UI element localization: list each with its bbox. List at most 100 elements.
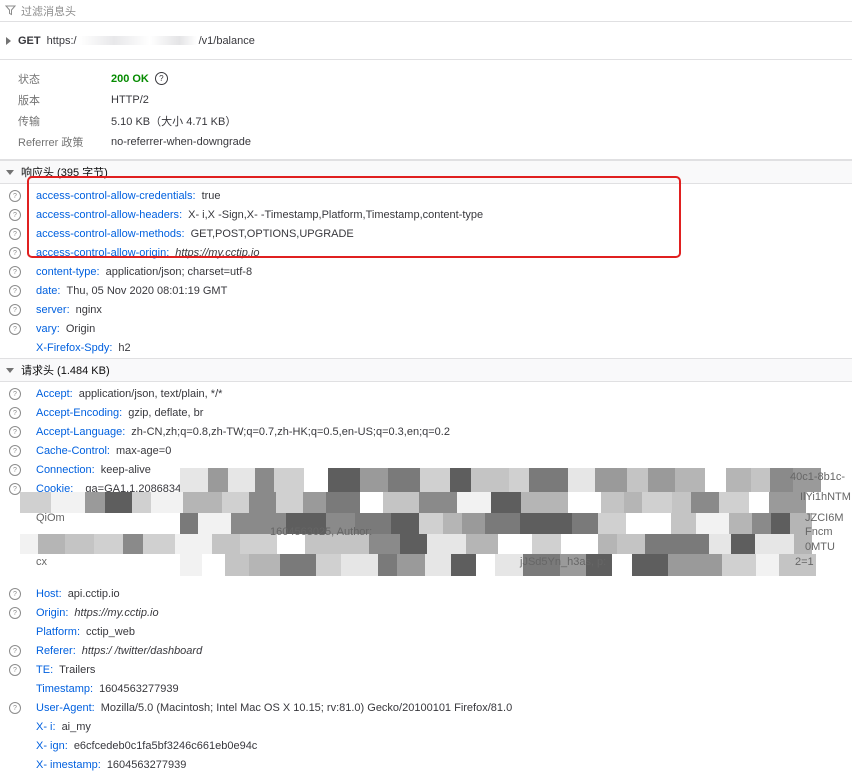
mosaic-tile bbox=[180, 513, 198, 534]
expand-arrow-icon[interactable] bbox=[6, 36, 11, 45]
help-icon[interactable]: ? bbox=[9, 426, 21, 438]
header-name: server bbox=[36, 303, 67, 316]
cookie-fragment: jJSd5Yn_h3as, p: bbox=[520, 556, 607, 568]
cookie-fragment: QiOm bbox=[36, 512, 65, 524]
mosaic-tile bbox=[183, 492, 222, 513]
header-row[interactable]: ? Cache-Control: max-age=0 bbox=[0, 441, 852, 460]
mosaic-tile bbox=[274, 468, 304, 492]
response-headers-toggle[interactable]: 响应头 (395 字节) bbox=[0, 160, 852, 184]
mosaic-tile bbox=[225, 554, 249, 576]
mosaic-tile bbox=[672, 492, 691, 513]
help-icon[interactable]: ? bbox=[9, 645, 21, 657]
header-name: Accept bbox=[36, 387, 70, 400]
mosaic-tile bbox=[20, 534, 38, 554]
help-icon[interactable]: ? bbox=[9, 664, 21, 676]
help-icon[interactable]: ? bbox=[9, 445, 21, 457]
header-row[interactable]: ? Host: api.cctip.io bbox=[0, 584, 852, 603]
help-icon[interactable]: ? bbox=[9, 228, 21, 240]
header-row[interactable]: ? Origin: https://my.cctip.io bbox=[0, 603, 852, 622]
header-name: Host bbox=[36, 587, 59, 600]
header-row[interactable]: ? access-control-allow-credentials: true bbox=[0, 186, 852, 205]
help-icon[interactable]: ? bbox=[9, 388, 21, 400]
filter-icon bbox=[5, 5, 16, 16]
help-icon[interactable]: ? bbox=[9, 209, 21, 221]
header-value: 1604563277939 bbox=[106, 758, 187, 771]
header-colon: : bbox=[50, 663, 54, 676]
mosaic-tile bbox=[143, 534, 175, 554]
mosaic-tile bbox=[561, 534, 598, 554]
mosaic-tile bbox=[726, 468, 751, 492]
header-colon: : bbox=[166, 246, 170, 259]
summary-panel: 状态 200 OK ? 版本 HTTP/2 传输 5.10 KB（大小 4.71… bbox=[0, 60, 852, 160]
help-icon[interactable]: ? bbox=[9, 247, 21, 259]
mosaic-tile bbox=[691, 492, 719, 513]
filter-bar[interactable]: 过滤消息头 bbox=[0, 0, 852, 22]
header-name: X- ign bbox=[36, 739, 65, 752]
mosaic-tile bbox=[755, 534, 794, 554]
header-value: X- i,X -Sign,X- -Timestamp,Platform,Time… bbox=[188, 208, 484, 221]
help-icon[interactable]: ? bbox=[9, 266, 21, 278]
response-headers-title: 响应头 (395 字节) bbox=[21, 167, 108, 179]
header-value: true bbox=[201, 189, 221, 202]
header-name: Accept-Language bbox=[36, 425, 123, 438]
help-icon[interactable]: ? bbox=[9, 285, 21, 297]
header-value: Trailers bbox=[59, 663, 96, 676]
mosaic-tile bbox=[705, 468, 726, 492]
mosaic-tile bbox=[722, 554, 756, 576]
header-row[interactable]: ? content-type: application/json; charset=… bbox=[0, 262, 852, 281]
header-row[interactable]: Platform: cctip_web bbox=[0, 622, 852, 641]
help-icon[interactable]: ? bbox=[9, 190, 21, 202]
help-icon[interactable]: ? bbox=[154, 72, 168, 85]
header-row[interactable]: ? access-control-allow-headers: X- i,X -Si… bbox=[0, 205, 852, 224]
mosaic-tile bbox=[443, 513, 462, 534]
mosaic-tile bbox=[38, 534, 65, 554]
header-value: zh-CN,zh;q=0.8,zh-TW;q=0.7,zh-HK;q=0.5,e… bbox=[131, 425, 450, 438]
header-row[interactable]: ? Accept: application/json, text/plain, */… bbox=[0, 384, 852, 403]
header-value: h2 bbox=[118, 341, 131, 354]
header-colon: : bbox=[65, 606, 69, 619]
mosaic-tile bbox=[617, 534, 645, 554]
header-row[interactable]: ? access-control-allow-methods: GET,POST,O… bbox=[0, 224, 852, 243]
header-row[interactable]: X- imestamp:1604563277939 bbox=[0, 755, 852, 774]
header-row[interactable]: ? Accept-Encoding: gzip, deflate, br bbox=[0, 403, 852, 422]
help-icon[interactable]: ? bbox=[9, 304, 21, 316]
request-headers-toggle[interactable]: 请求头 (1.484 KB) bbox=[0, 358, 852, 382]
mosaic-tile bbox=[598, 513, 626, 534]
help-icon[interactable]: ? bbox=[9, 323, 21, 335]
filter-input[interactable]: 过滤消息头 bbox=[21, 3, 76, 19]
help-icon[interactable]: ? bbox=[9, 407, 21, 419]
header-row[interactable]: X- ign: e6cfcedeb0c1fa5bf3246c661eb0e94c bbox=[0, 736, 852, 755]
help-icon[interactable]: ? bbox=[9, 702, 21, 714]
mosaic-tile bbox=[671, 513, 696, 534]
mosaic-tile bbox=[397, 554, 425, 576]
collapse-arrow-icon[interactable] bbox=[6, 169, 14, 175]
header-colon: : bbox=[91, 701, 95, 714]
header-row[interactable]: ? User-Agent: Mozilla/5.0 (Macintosh; Inte… bbox=[0, 698, 852, 717]
header-row[interactable]: ? date: Thu, 05 Nov 2020 08:01:19 GMT bbox=[0, 281, 852, 300]
header-value: Mozilla/5.0 (Macintosh; Intel Mac OS X 1… bbox=[100, 701, 513, 714]
header-colon: : bbox=[96, 265, 100, 278]
header-row[interactable]: X- i: ai_my bbox=[0, 717, 852, 736]
header-value: 1604563277939 bbox=[99, 682, 179, 695]
cookie-fragment: JZCI6M bbox=[805, 512, 844, 524]
mosaic-tile bbox=[648, 468, 675, 492]
collapse-arrow-icon[interactable] bbox=[6, 367, 14, 373]
mosaic-tile bbox=[476, 554, 495, 576]
mosaic-tile bbox=[677, 534, 709, 554]
header-row[interactable]: ? TE: Trailers bbox=[0, 660, 852, 679]
header-row[interactable]: X-Firefox-Spdy: h2 bbox=[0, 338, 852, 357]
header-row[interactable]: ? server: nginx bbox=[0, 300, 852, 319]
header-row[interactable]: ? access-control-allow-origin: https://my.… bbox=[0, 243, 852, 262]
header-row[interactable]: ? Accept-Language: zh-CN,zh;q=0.8,zh-TW;q=… bbox=[0, 422, 852, 441]
header-name: Referer bbox=[36, 644, 73, 657]
header-value: nginx bbox=[75, 303, 102, 316]
mosaic-tile bbox=[521, 492, 546, 513]
mosaic-tile bbox=[231, 513, 263, 534]
request-summary[interactable]: GET https:/ /v1/balance bbox=[0, 22, 852, 60]
help-icon[interactable]: ? bbox=[9, 607, 21, 619]
mosaic-tile bbox=[222, 492, 249, 513]
header-row[interactable]: Timestamp:1604563277939 bbox=[0, 679, 852, 698]
header-row[interactable]: ? Referer: https:/ /twitter/dashboard bbox=[0, 641, 852, 660]
help-icon[interactable]: ? bbox=[9, 588, 21, 600]
header-row[interactable]: ? vary: Origin bbox=[0, 319, 852, 338]
